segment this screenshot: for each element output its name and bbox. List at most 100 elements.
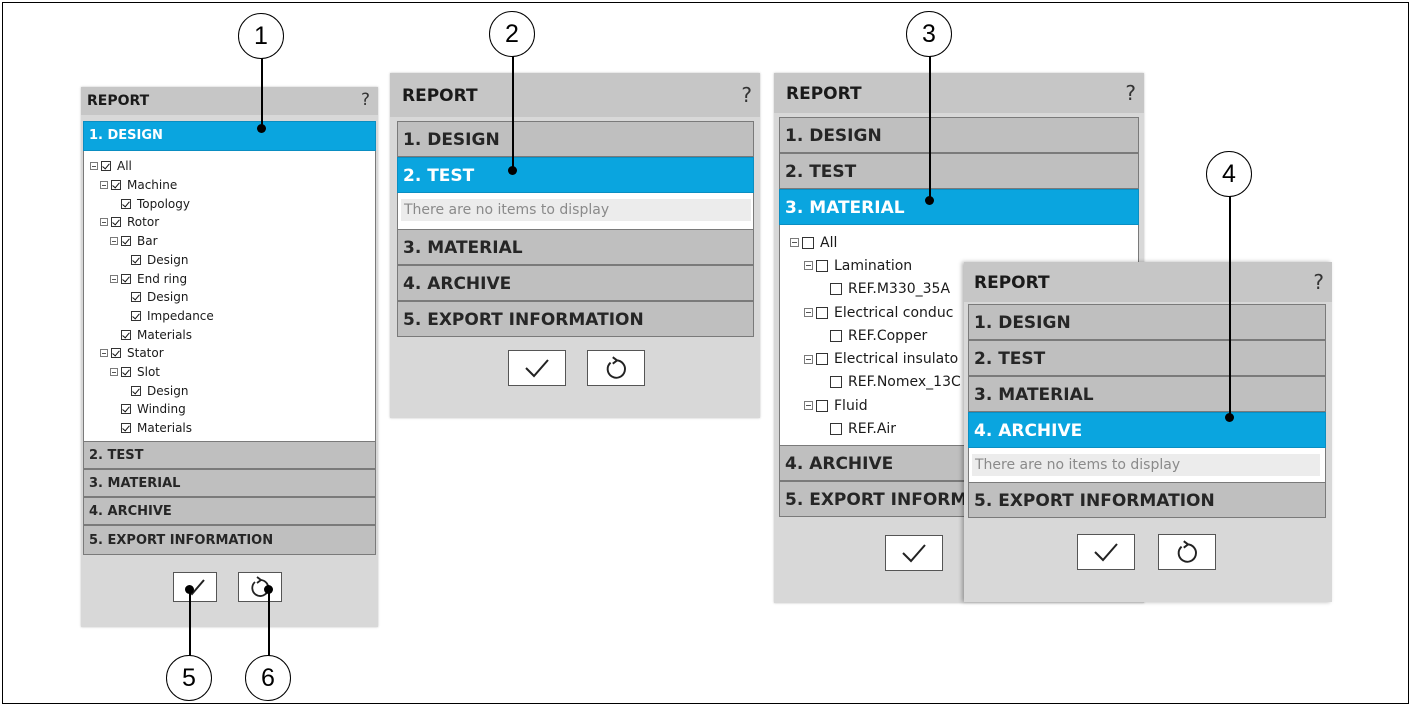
section-design[interactable]: 1. DESIGN xyxy=(83,121,376,151)
section-export-information[interactable]: 5. EXPORT INFORMATION xyxy=(397,301,754,337)
tree-checkbox[interactable] xyxy=(131,310,141,321)
collapse-icon[interactable] xyxy=(804,261,813,271)
section-archive[interactable]: 4. ARCHIVE xyxy=(968,412,1326,448)
tree-checkbox[interactable] xyxy=(830,329,842,342)
tree-checkbox[interactable] xyxy=(121,404,131,415)
section-design[interactable]: 1. DESIGN xyxy=(968,304,1326,340)
tree-checkbox[interactable] xyxy=(816,259,828,272)
tree-checkbox[interactable] xyxy=(816,353,828,366)
tree-checkbox[interactable] xyxy=(830,283,842,296)
tree-checkbox[interactable] xyxy=(830,423,842,436)
help-icon[interactable]: ? xyxy=(361,90,370,110)
apply-button[interactable] xyxy=(173,572,217,602)
tree-item[interactable]: Machine xyxy=(100,176,177,195)
tree-item[interactable]: REF.Air xyxy=(818,417,896,440)
tree-checkbox[interactable] xyxy=(131,385,141,396)
tree-item[interactable]: Design xyxy=(120,251,188,270)
tree-item[interactable]: REF.Nomex_13C xyxy=(818,371,961,394)
tree-item[interactable]: Fluid xyxy=(804,394,868,417)
section-test[interactable]: 2. TEST xyxy=(968,340,1326,376)
collapse-icon[interactable] xyxy=(110,274,118,283)
check-icon xyxy=(525,359,549,378)
tree-item-label: Electrical insulato xyxy=(834,351,959,368)
collapse-icon[interactable] xyxy=(100,181,108,190)
tree-item[interactable]: Electrical insulato xyxy=(804,348,958,371)
apply-button[interactable] xyxy=(1077,534,1135,570)
tree-checkbox[interactable] xyxy=(830,376,842,389)
tree-item[interactable]: REF.Copper xyxy=(818,324,927,347)
tree-checkbox[interactable] xyxy=(816,399,828,412)
tree-item[interactable]: Materials xyxy=(110,325,192,344)
tree-item-label: All xyxy=(820,234,838,251)
help-icon[interactable]: ? xyxy=(1125,81,1136,105)
apply-button[interactable] xyxy=(885,535,943,571)
tree-item[interactable]: Slot xyxy=(110,363,160,382)
help-icon[interactable]: ? xyxy=(741,83,752,107)
collapse-icon[interactable] xyxy=(110,237,118,246)
section-export-information[interactable]: 5. EXPORT INFORMATION xyxy=(968,482,1326,518)
reset-button[interactable] xyxy=(1158,534,1216,570)
check-icon xyxy=(1094,543,1118,562)
tree-item[interactable]: All xyxy=(90,157,132,176)
tree-item[interactable]: Topology xyxy=(110,194,190,213)
callout-marker-4 xyxy=(1225,413,1234,422)
tree-item[interactable]: Winding xyxy=(110,400,186,419)
apply-button[interactable] xyxy=(508,350,566,386)
tree-item[interactable]: Electrical conduc xyxy=(804,301,953,324)
tree-item[interactable]: Lamination xyxy=(804,254,912,277)
section-archive[interactable]: 4. ARCHIVE xyxy=(397,265,754,301)
tree-item[interactable]: End ring xyxy=(110,269,187,288)
tree-checkbox[interactable] xyxy=(121,236,131,247)
tree-item-label: Stator xyxy=(127,346,164,361)
tree-checkbox[interactable] xyxy=(111,180,121,191)
collapse-icon[interactable] xyxy=(100,349,108,358)
section-archive[interactable]: 4. ARCHIVE xyxy=(83,497,376,525)
tree-item[interactable]: Rotor xyxy=(100,213,159,232)
reset-icon xyxy=(606,356,626,379)
collapse-icon[interactable] xyxy=(804,308,813,318)
tree-item-label: Electrical conduc xyxy=(834,304,954,321)
tree-item[interactable]: Impedance xyxy=(120,307,214,326)
tree-item[interactable]: REF.M330_35A xyxy=(818,278,950,301)
tree-checkbox[interactable] xyxy=(101,161,111,172)
tree-checkbox[interactable] xyxy=(121,367,131,378)
section-design[interactable]: 1. DESIGN xyxy=(397,121,754,157)
tree-item[interactable]: All xyxy=(790,231,837,254)
tree-checkbox[interactable] xyxy=(121,423,131,434)
tree-checkbox[interactable] xyxy=(131,292,141,303)
tree-checkbox[interactable] xyxy=(121,198,131,209)
section-test[interactable]: 2. TEST xyxy=(779,153,1139,189)
collapse-icon[interactable] xyxy=(100,218,108,227)
section-material[interactable]: 3. MATERIAL xyxy=(968,376,1326,412)
tree-checkbox[interactable] xyxy=(131,254,141,265)
help-icon[interactable]: ? xyxy=(1313,270,1324,294)
collapse-icon[interactable] xyxy=(804,401,813,411)
tree-checkbox[interactable] xyxy=(111,217,121,228)
section-export-information[interactable]: 5. EXPORT INFORMATION xyxy=(83,525,376,555)
tree-item[interactable]: Bar xyxy=(110,232,158,251)
tree-item[interactable]: Materials xyxy=(110,419,192,438)
section-material[interactable]: 3. MATERIAL xyxy=(397,229,754,265)
section-material[interactable]: 3. MATERIAL xyxy=(779,189,1139,225)
collapse-icon[interactable] xyxy=(790,238,799,248)
tree-item[interactable]: Stator xyxy=(100,344,164,363)
tree-item[interactable]: Design xyxy=(120,381,188,400)
reset-button[interactable] xyxy=(587,350,645,386)
section-test[interactable]: 2. TEST xyxy=(397,157,754,193)
section-test[interactable]: 2. TEST xyxy=(83,441,376,469)
collapse-icon[interactable] xyxy=(110,368,118,377)
tree-checkbox[interactable] xyxy=(802,236,814,249)
collapse-icon[interactable] xyxy=(804,354,813,364)
callout-5: 5 xyxy=(166,655,212,701)
tree-checkbox[interactable] xyxy=(111,348,121,359)
section-design[interactable]: 1. DESIGN xyxy=(779,117,1139,153)
panel-header: REPORT ? xyxy=(81,87,378,115)
reset-button[interactable] xyxy=(238,572,282,602)
tree-checkbox[interactable] xyxy=(816,306,828,319)
callout-leader-1 xyxy=(261,56,263,128)
tree-checkbox[interactable] xyxy=(121,329,131,340)
collapse-icon[interactable] xyxy=(90,162,98,171)
tree-checkbox[interactable] xyxy=(121,273,131,284)
tree-item[interactable]: Design xyxy=(120,288,188,307)
section-material[interactable]: 3. MATERIAL xyxy=(83,469,376,497)
